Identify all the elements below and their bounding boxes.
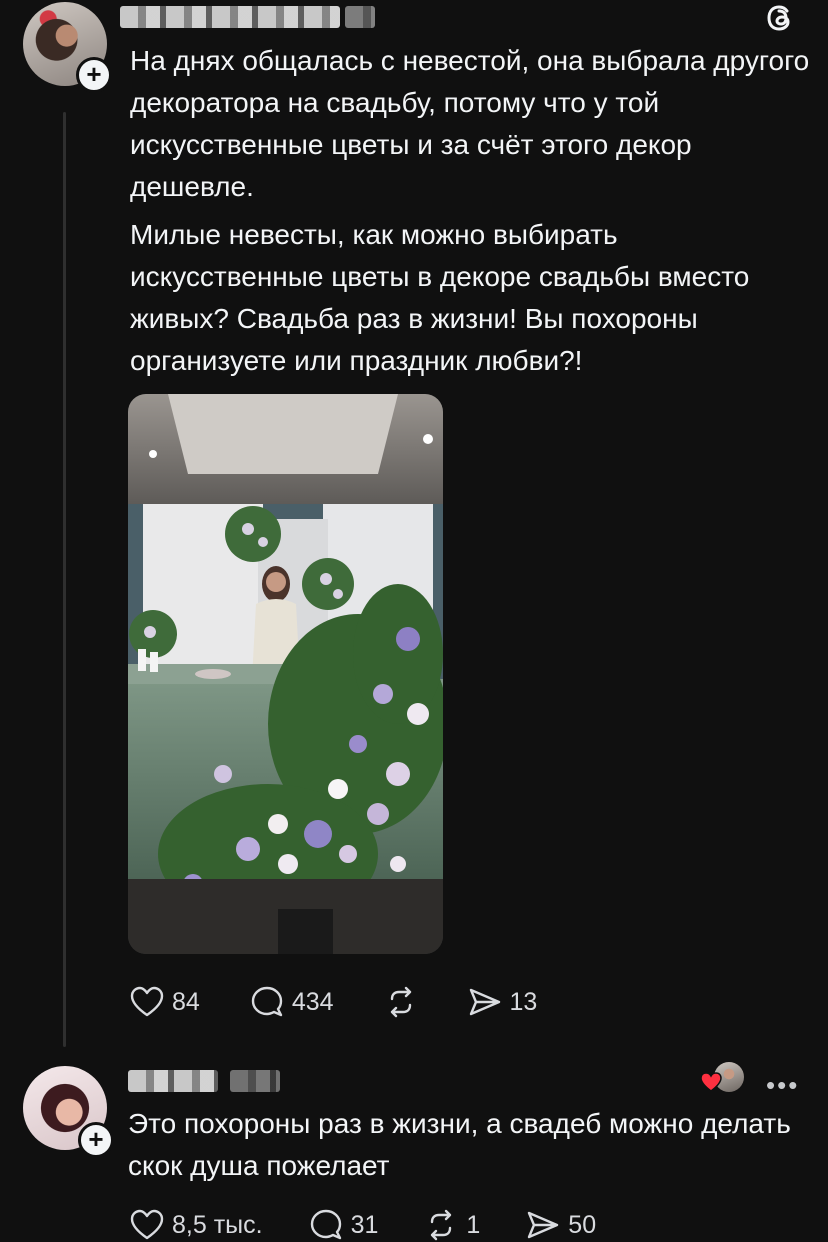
reply-follow-plus-button[interactable]: + (78, 1122, 114, 1158)
heart-icon (130, 986, 164, 1017)
author-username-blurred[interactable] (120, 6, 340, 28)
post-actions: 84 434 13 (130, 985, 537, 1019)
reply-like-button[interactable]: 8,5 тыс. (130, 1209, 263, 1241)
reply-actions: 8,5 тыс. 31 1 50 (130, 1208, 596, 1242)
like-count: 84 (172, 987, 200, 1016)
repost-icon (431, 1209, 452, 1241)
reply-repost-button[interactable]: 1 (424, 1208, 480, 1242)
post-photo[interactable] (128, 394, 443, 954)
reply-reply-count: 31 (350, 1210, 379, 1239)
reply-like-count: 8,5 тыс. (172, 1210, 263, 1239)
reply-repost-count: 1 (466, 1210, 481, 1239)
comment-icon (251, 986, 283, 1017)
liked-by-author-badge (700, 1062, 748, 1094)
share-count: 13 (509, 987, 538, 1016)
heart-icon (130, 1209, 164, 1240)
more-options-icon[interactable]: ••• (766, 1070, 799, 1101)
reply-reply-button[interactable]: 31 (309, 1208, 379, 1242)
reply-share-count: 50 (568, 1210, 597, 1239)
follow-plus-button[interactable]: + (76, 57, 112, 93)
repost-icon (390, 986, 411, 1018)
reply-time-blurred (230, 1070, 280, 1092)
like-button[interactable]: 84 (130, 986, 200, 1018)
reply-share-button[interactable]: 50 (526, 1209, 596, 1241)
reply-username-blurred[interactable] (128, 1070, 218, 1092)
post-time-blurred (345, 6, 375, 28)
comment-icon (310, 1209, 341, 1240)
post-text: На днях общалась с невестой, она выбрала… (130, 40, 810, 388)
post-paragraph-2: Милые невесты, как можно выбирать искусс… (130, 219, 750, 376)
thread-line (63, 112, 66, 1047)
share-button[interactable]: 13 (468, 986, 538, 1018)
reply-count: 434 (291, 987, 334, 1016)
reply-paragraph: Это похороны раз в жизни, а свадеб можно… (128, 1108, 791, 1181)
threads-logo-icon (767, 5, 790, 31)
send-icon (469, 988, 500, 1016)
reply-text: Это похороны раз в жизни, а свадеб можно… (128, 1103, 808, 1193)
post-paragraph-1: На днях общалась с невестой, она выбрала… (130, 45, 810, 202)
reply-button[interactable]: 434 (250, 985, 334, 1019)
red-heart-icon (700, 1072, 722, 1092)
repost-button[interactable] (384, 985, 418, 1019)
send-icon (528, 1211, 559, 1239)
